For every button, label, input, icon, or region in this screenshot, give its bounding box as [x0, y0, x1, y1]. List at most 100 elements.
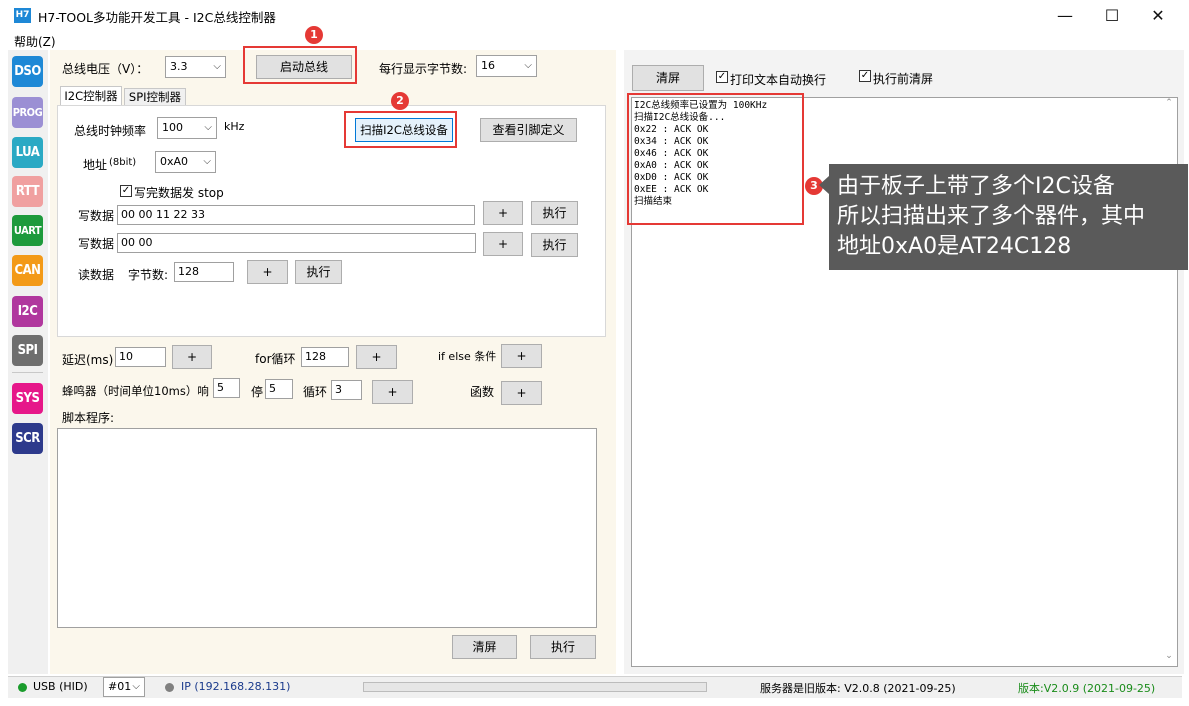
- read-bytes-label: 字节数:: [128, 268, 169, 282]
- read-label: 读数据: [78, 268, 115, 282]
- loop-label: 循环: [303, 385, 328, 399]
- device-select[interactable]: #01 ⌵: [103, 677, 145, 697]
- step-1-badge: 1: [305, 26, 323, 44]
- ifelse-add-button[interactable]: +: [501, 344, 542, 368]
- function-add-button[interactable]: +: [501, 381, 542, 405]
- chevron-down-icon: ⌵: [524, 60, 532, 71]
- step-2-badge: 2: [391, 92, 409, 110]
- stop-checkbox[interactable]: ✓: [120, 185, 132, 197]
- script-program-label: 脚本程序:: [62, 411, 115, 425]
- write1-add-button[interactable]: +: [483, 201, 523, 225]
- tool-uart-button[interactable]: UART: [12, 215, 43, 246]
- address-hint: (8bit): [109, 157, 137, 168]
- bytes-per-line-label: 每行显示字节数:: [379, 62, 468, 76]
- clear-before-checkbox[interactable]: ✓: [859, 70, 871, 82]
- toolbar-divider: [12, 372, 43, 373]
- tool-dso-button[interactable]: DSO: [12, 56, 43, 87]
- bytes-per-line-select[interactable]: 16 ⌵: [476, 55, 537, 77]
- tool-can-button[interactable]: CAN: [12, 255, 43, 286]
- tool-spi-button[interactable]: SPI: [12, 335, 43, 366]
- script-editor[interactable]: [57, 428, 597, 628]
- beep-off-input[interactable]: 5: [265, 379, 293, 399]
- for-loop-label: for循环: [255, 352, 296, 366]
- close-button[interactable]: ✕: [1135, 0, 1181, 32]
- delay-add-button[interactable]: +: [172, 345, 212, 369]
- usb-status: USB (HID): [33, 680, 88, 693]
- output-clear-button[interactable]: 清屏: [632, 65, 704, 91]
- stop-checkbox-label: 写完数据发 stop: [134, 186, 224, 200]
- read-add-button[interactable]: +: [247, 260, 288, 284]
- app-icon: H7: [14, 8, 31, 23]
- bytes-per-line-value: 16: [481, 59, 495, 72]
- write1-exec-button[interactable]: 执行: [531, 201, 578, 225]
- callout-pointer: [819, 176, 829, 194]
- tool-rtt-button[interactable]: RTT: [12, 176, 43, 207]
- script-clear-button[interactable]: 清屏: [452, 635, 517, 659]
- clock-label: 总线时钟频率: [74, 124, 147, 138]
- device-value: #01: [108, 680, 132, 693]
- maximize-button[interactable]: ☐: [1089, 0, 1135, 32]
- scroll-down-icon[interactable]: ⌄: [1162, 651, 1176, 665]
- tab-i2c-controller[interactable]: I2C控制器: [60, 86, 122, 106]
- callout-line-3: 地址0xA0是AT24C128: [837, 234, 1072, 259]
- tool-scr-button[interactable]: SCR: [12, 423, 43, 454]
- tool-i2c-button[interactable]: I2C: [12, 296, 43, 327]
- write2-input[interactable]: 00 00: [117, 233, 476, 253]
- read-exec-button[interactable]: 执行: [295, 260, 342, 284]
- address-label: 地址: [83, 158, 108, 172]
- read-bytes-input[interactable]: 128: [174, 262, 234, 282]
- server-version: 服务器是旧版本: V2.0.8 (2021-09-25): [760, 682, 956, 695]
- chevron-down-icon: ⌵: [213, 61, 221, 72]
- write1-input[interactable]: 00 00 11 22 33: [117, 205, 475, 225]
- tool-sys-button[interactable]: SYS: [12, 383, 43, 414]
- start-bus-button[interactable]: 启动总线: [256, 55, 352, 79]
- clear-before-checkbox-label: 执行前清屏: [873, 72, 934, 86]
- clock-select[interactable]: 100 ⌵: [157, 117, 217, 139]
- write2-label: 写数据: [78, 237, 115, 251]
- window-title: H7-TOOL多功能开发工具 - I2C总线控制器: [38, 10, 276, 25]
- tab-spi-controller[interactable]: SPI控制器: [124, 88, 186, 106]
- bus-voltage-select[interactable]: 3.3 ⌵: [165, 56, 226, 78]
- bus-voltage-label: 总线电压（V）：: [62, 62, 149, 76]
- progress-bar: [363, 682, 707, 692]
- scan-i2c-button[interactable]: 扫描I2C总线设备: [355, 118, 453, 142]
- tool-prog-button[interactable]: PROG: [12, 97, 43, 128]
- minimize-button[interactable]: —: [1042, 0, 1088, 32]
- wrap-checkbox-label: 打印文本自动换行: [730, 73, 827, 87]
- menu-help[interactable]: 帮助(Z): [14, 33, 56, 50]
- for-loop-input[interactable]: 128: [301, 347, 349, 367]
- address-select[interactable]: 0xA0 ⌵: [155, 151, 216, 173]
- ip-status: IP (192.168.28.131): [181, 680, 291, 693]
- callout-line-1: 由于板子上带了多个I2C设备: [837, 174, 1115, 199]
- write1-label: 写数据: [78, 209, 115, 223]
- ip-status-dot: [165, 683, 174, 692]
- beep-add-button[interactable]: +: [372, 380, 413, 404]
- highlight-box-3: [627, 93, 804, 225]
- annotation-callout: 由于板子上带了多个I2C设备 所以扫描出来了多个器件，其中 地址0xA0是AT2…: [829, 164, 1188, 270]
- loop-input[interactable]: 3: [331, 380, 362, 400]
- tool-lua-button[interactable]: LUA: [12, 137, 43, 168]
- delay-input[interactable]: 10: [115, 347, 166, 367]
- callout-line-2: 所以扫描出来了多个器件，其中: [837, 204, 1146, 229]
- script-exec-button[interactable]: 执行: [530, 635, 596, 659]
- clock-value: 100: [162, 121, 183, 134]
- write2-add-button[interactable]: +: [483, 232, 523, 256]
- chevron-down-icon: ⌵: [204, 122, 212, 133]
- write2-exec-button[interactable]: 执行: [531, 233, 578, 257]
- scroll-up-icon[interactable]: ⌃: [1162, 98, 1176, 112]
- bus-voltage-value: 3.3: [170, 60, 188, 73]
- beep-label: 蜂鸣器（时间单位10ms）响: [62, 384, 209, 398]
- address-value: 0xA0: [160, 155, 189, 168]
- app-version: 版本:V2.0.9 (2021-09-25): [1018, 682, 1156, 695]
- delay-label: 延迟(ms): [62, 353, 114, 367]
- chevron-down-icon: ⌵: [132, 681, 140, 692]
- function-label: 函数: [470, 385, 495, 399]
- for-loop-add-button[interactable]: +: [356, 345, 397, 369]
- wrap-checkbox[interactable]: ✓: [716, 71, 728, 83]
- ifelse-label: if else 条件: [438, 350, 497, 363]
- usb-status-dot: [18, 683, 27, 692]
- pin-definition-button[interactable]: 查看引脚定义: [480, 118, 577, 142]
- menu-bar: [0, 32, 1189, 50]
- beep-on-input[interactable]: 5: [213, 378, 240, 398]
- beep-stop-label: 停: [251, 385, 264, 399]
